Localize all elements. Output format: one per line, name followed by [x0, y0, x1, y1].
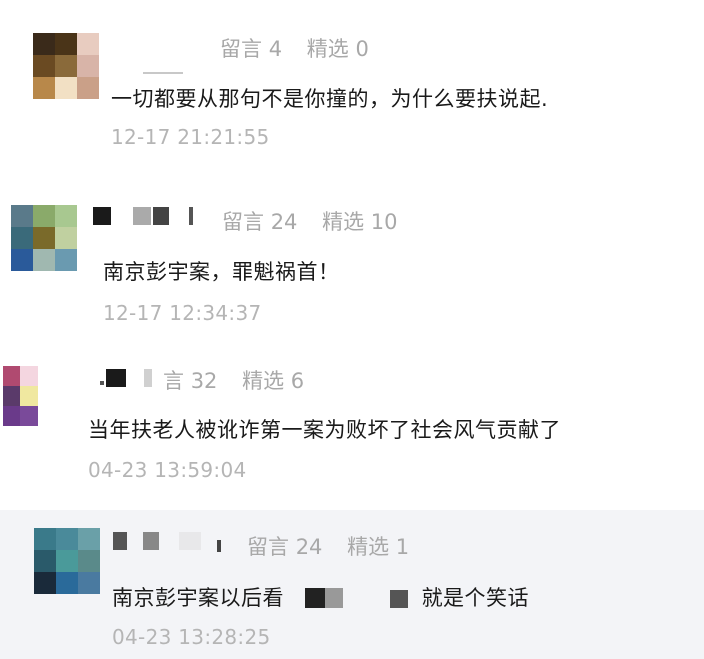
- featured-label: 精选: [347, 535, 390, 559]
- comment-text: 南京彭宇案，罪魁祸首！: [103, 260, 340, 284]
- replies-label: 留言: [220, 37, 262, 61]
- featured-count: 6: [290, 369, 305, 393]
- replies-count: 4: [268, 37, 283, 61]
- user-avatar-1[interactable]: [33, 33, 99, 99]
- replies-count: 24: [295, 535, 323, 559]
- featured-label: 精选: [322, 210, 365, 234]
- replies-label: 留言: [222, 210, 264, 234]
- redacted-block: [390, 590, 409, 608]
- replies-count: 24: [270, 210, 298, 234]
- comment-timestamp: 12-17 21:21:55: [111, 125, 270, 149]
- featured-count: 0: [355, 37, 369, 61]
- comment-timestamp: 12-17 12:34:37: [103, 301, 262, 325]
- username-redacted[interactable]: [93, 207, 203, 227]
- comment-text: 南京彭宇案以后看 就是个笑话: [112, 582, 529, 612]
- user-avatar-3[interactable]: [3, 366, 55, 426]
- comment-stats: 留言 4 精选 0: [220, 33, 369, 63]
- featured-label: 精选: [242, 369, 285, 393]
- comment-stats: 留言 24 精选 10: [222, 206, 398, 236]
- featured-count: 1: [395, 535, 410, 559]
- featured-count: 10: [370, 210, 398, 234]
- comment-text-part1: 南京彭宇案以后看: [112, 586, 284, 610]
- comment-text: 当年扶老人被讹诈第一案为败坏了社会风气贡献了: [88, 418, 561, 442]
- redacted-block: [325, 588, 344, 608]
- comment-text-part2: 就是个笑话: [421, 586, 530, 610]
- username-redacted[interactable]: [100, 369, 152, 389]
- comment-timestamp: 04-23 13:28:25: [112, 625, 271, 649]
- redacted-block: [305, 588, 326, 608]
- user-avatar-2[interactable]: [11, 205, 77, 271]
- replies-label: 言: [163, 369, 184, 393]
- comment-stats: 言 32 精选 6: [163, 365, 304, 395]
- featured-label: 精选: [306, 37, 349, 61]
- comment-text: 一切都要从那句不是你撞的，为什么要扶说起.: [111, 87, 549, 111]
- replies-label: 留言: [247, 535, 289, 559]
- user-avatar-4[interactable]: [34, 528, 100, 594]
- comment-stats: 留言 24 精选 1: [247, 531, 409, 561]
- username-redacted[interactable]: [113, 532, 223, 552]
- comment-timestamp: 04-23 13:59:04: [88, 458, 247, 482]
- replies-count: 32: [190, 369, 218, 393]
